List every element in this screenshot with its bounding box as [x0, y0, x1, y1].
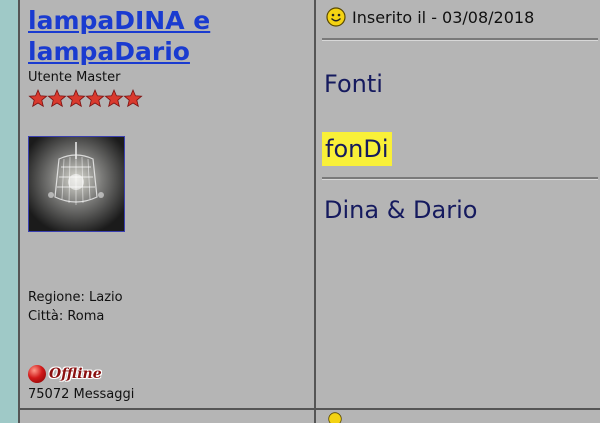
posted-date: Inserito il - 03/08/2018: [352, 7, 535, 27]
author-cell: lampaDINA e lampaDario Utente Master Reg…: [20, 0, 314, 408]
signature: Dina & Dario: [324, 196, 478, 224]
star-icon: [85, 88, 105, 108]
author-rank: Utente Master: [28, 70, 121, 85]
offline-dot-icon: [28, 365, 46, 383]
next-author-cell: [20, 410, 314, 423]
chandelier-image: [29, 137, 124, 231]
post-count: 75072 Messaggi: [28, 387, 135, 402]
next-message-cell: [316, 410, 600, 423]
author-region: Regione: Lazio: [28, 290, 123, 305]
smiley-icon: [326, 7, 346, 27]
star-icon: [66, 88, 86, 108]
post-header: Inserito il - 03/08/2018: [326, 7, 534, 27]
author-city: Città: Roma: [28, 309, 105, 324]
highlighted-text: fonDi: [322, 132, 392, 166]
forum-post-table: lampaDINA e lampaDario Utente Master Reg…: [18, 0, 600, 423]
star-icons: [28, 88, 143, 108]
star-icon: [104, 88, 124, 108]
star-icon: [123, 88, 143, 108]
smiley-icon: [328, 412, 342, 423]
avatar: [28, 136, 125, 232]
status-indicator: Offline: [28, 364, 102, 384]
divider: [322, 38, 598, 41]
author-name-link[interactable]: lampaDINA e lampaDario: [28, 5, 298, 67]
star-icon: [28, 88, 48, 108]
star-icon: [47, 88, 67, 108]
message-title: Fonti: [324, 70, 383, 98]
signature-divider: [322, 177, 598, 180]
message-cell: Inserito il - 03/08/2018 Fonti fonDi Din…: [316, 0, 600, 408]
status-label: Offline: [49, 366, 102, 382]
rank-stars: [28, 88, 148, 110]
